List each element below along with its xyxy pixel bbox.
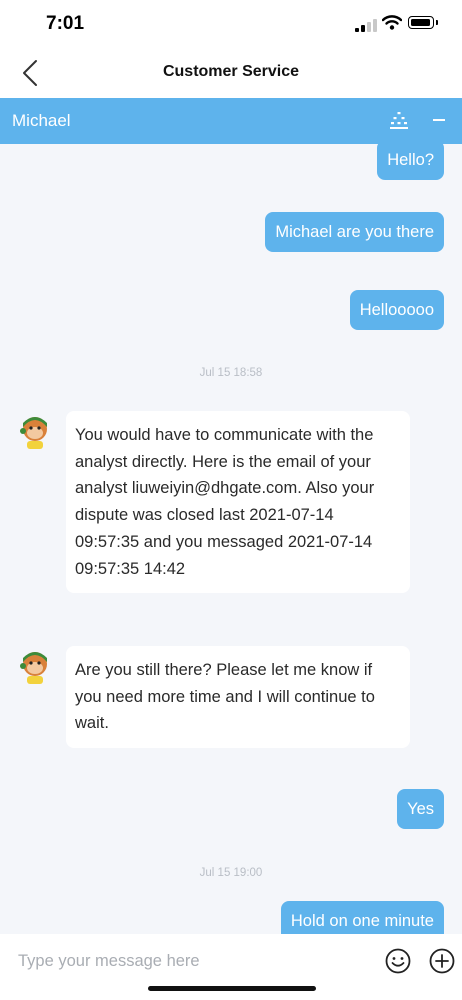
- home-indicator: [148, 986, 316, 991]
- message-line: you need more time and I will continue t…: [75, 687, 375, 706]
- message-bubble-outgoing: Hold on one minute: [280, 901, 444, 934]
- plus-circle-icon: [429, 948, 455, 974]
- message-bubble-incoming: You would have to communicate with the a…: [66, 411, 410, 594]
- agent-avatar: [20, 652, 47, 684]
- status-bar: 7:01: [0, 0, 462, 48]
- chat-area[interactable]: Hello? Michael are you there Hellooooo J…: [0, 144, 462, 934]
- message-bubble-outgoing: Michael are you there: [265, 212, 444, 252]
- message-line: You would have to communicate with the: [75, 426, 374, 444]
- smiley-icon: [385, 948, 411, 974]
- message-line: 09:57:35 and you messaged 2021-07-14: [75, 532, 373, 551]
- message-line: analyst directly. Here is the email of y…: [75, 452, 371, 471]
- agent-name: Michael: [12, 111, 71, 130]
- message-timestamp: Jul 15 18:58: [199, 367, 263, 379]
- message-bubble-outgoing: Hello?: [377, 144, 444, 180]
- message-line: wait.: [75, 714, 109, 733]
- add-attachment-button[interactable]: [428, 947, 456, 975]
- message-timestamp: Jul 15 19:00: [199, 867, 263, 879]
- status-time: 7:01: [46, 13, 85, 34]
- message-line: Are you still there? Please let me know …: [75, 661, 373, 679]
- wifi-icon: [382, 15, 402, 30]
- agent-menu-button[interactable]: [388, 110, 410, 132]
- battery-icon: [408, 16, 438, 29]
- minimize-button[interactable]: [428, 108, 450, 132]
- message-bubble-outgoing: Hellooooo: [349, 290, 444, 330]
- minimize-icon: [433, 119, 445, 121]
- signal-icon: [355, 18, 377, 32]
- message-line: dispute was closed last 2021-07-14: [75, 506, 334, 525]
- message-line: analyst liuweiyin@dhgate.com. Also your: [75, 479, 375, 498]
- agent-status-icon: [390, 112, 408, 129]
- message-bubble-outgoing: Yes: [397, 789, 444, 829]
- nav-bar: Customer Service: [0, 48, 462, 98]
- message-line: 09:57:35 14:42: [75, 559, 186, 578]
- agent-bar: Michael: [0, 98, 462, 144]
- message-input[interactable]: [8, 942, 376, 980]
- agent-avatar: [20, 417, 47, 449]
- message-bubble-incoming: Are you still there? Please let me know …: [66, 646, 410, 749]
- page-title: Customer Service: [162, 63, 300, 80]
- emoji-button[interactable]: [384, 947, 412, 975]
